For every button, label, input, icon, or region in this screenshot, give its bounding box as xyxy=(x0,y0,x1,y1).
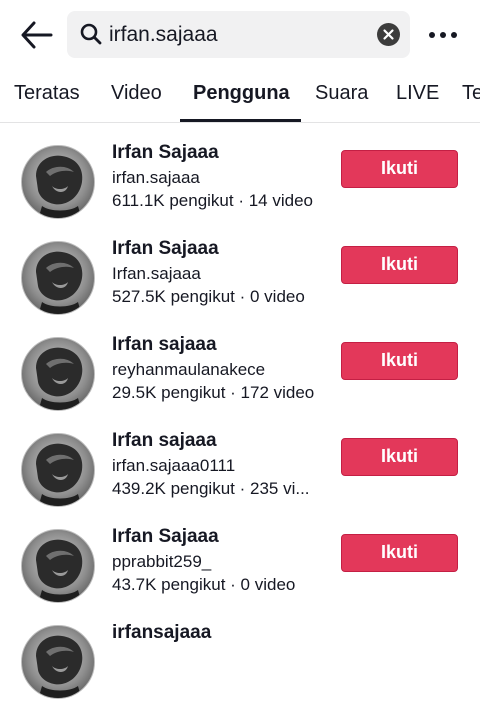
tab-bar: Teratas Video Pengguna Suara LIVE Te xyxy=(0,68,480,123)
user-handle: Irfan.sajaaa xyxy=(112,264,201,283)
avatar[interactable] xyxy=(21,433,95,507)
user-stats: 611.1K pengikut · 14 video xyxy=(112,191,313,210)
top-bar xyxy=(0,0,480,68)
user-display-name: Irfan sajaaa xyxy=(112,334,217,355)
user-display-name: Irfan sajaaa xyxy=(112,430,217,451)
tab-video[interactable]: Video xyxy=(111,82,162,105)
user-handle: irfan.sajaaa xyxy=(112,168,200,187)
search-input[interactable] xyxy=(109,19,359,50)
avatar[interactable] xyxy=(21,337,95,411)
search-bar[interactable] xyxy=(67,11,410,58)
follow-button[interactable]: Ikuti xyxy=(341,342,458,380)
avatar[interactable] xyxy=(21,241,95,315)
user-display-name: Irfan Sajaaa xyxy=(112,526,219,547)
tab-suara[interactable]: Suara xyxy=(315,82,368,105)
user-row[interactable]: Irfan Sajaaa irfan.sajaaa 611.1K pengikut … xyxy=(0,142,480,241)
follow-button[interactable]: Ikuti xyxy=(341,534,458,572)
follow-button[interactable]: Ikuti xyxy=(341,438,458,476)
user-stats: 29.5K pengikut · 172 video xyxy=(112,383,315,402)
tab-teratas[interactable]: Teratas xyxy=(14,82,80,105)
user-handle: pprabbit259_ xyxy=(112,552,212,571)
user-row[interactable]: irfansajaaa xyxy=(0,622,480,721)
user-row[interactable]: Irfan sajaaa reyhanmaulanakece 29.5K pengi… xyxy=(0,334,480,433)
user-row[interactable]: Irfan Sajaaa Irfan.sajaaa 527.5K pengikut … xyxy=(0,238,480,337)
avatar[interactable] xyxy=(21,529,95,603)
clear-icon[interactable] xyxy=(377,23,400,46)
tab-live[interactable]: LIVE xyxy=(396,82,439,105)
follow-button[interactable]: Ikuti xyxy=(341,150,458,188)
user-stats: 527.5K pengikut · 0 video xyxy=(112,287,305,306)
user-row[interactable]: Irfan Sajaaa pprabbit259_ 43.7K pengikut ·… xyxy=(0,526,480,625)
user-stats: 43.7K pengikut · 0 video xyxy=(112,575,296,594)
more-icon[interactable] xyxy=(428,25,458,45)
user-display-name: Irfan Sajaaa xyxy=(112,142,219,163)
user-display-name: Irfan Sajaaa xyxy=(112,238,219,259)
tab-partial[interactable]: Te xyxy=(462,82,480,105)
search-icon xyxy=(79,22,103,46)
avatar[interactable] xyxy=(21,145,95,219)
user-row[interactable]: Irfan sajaaa irfan.sajaaa0111 439.2K pengi… xyxy=(0,430,480,529)
active-tab-indicator xyxy=(180,119,301,122)
user-handle: reyhanmaulanakece xyxy=(112,360,266,379)
tab-pengguna[interactable]: Pengguna xyxy=(193,82,290,105)
user-display-name: irfansajaaa xyxy=(112,622,212,643)
follow-button[interactable]: Ikuti xyxy=(341,246,458,284)
back-arrow-icon[interactable] xyxy=(20,20,54,50)
avatar[interactable] xyxy=(21,625,95,699)
user-handle: irfan.sajaaa0111 xyxy=(112,456,236,475)
user-stats: 439.2K pengikut · 235 vi... xyxy=(112,479,310,498)
